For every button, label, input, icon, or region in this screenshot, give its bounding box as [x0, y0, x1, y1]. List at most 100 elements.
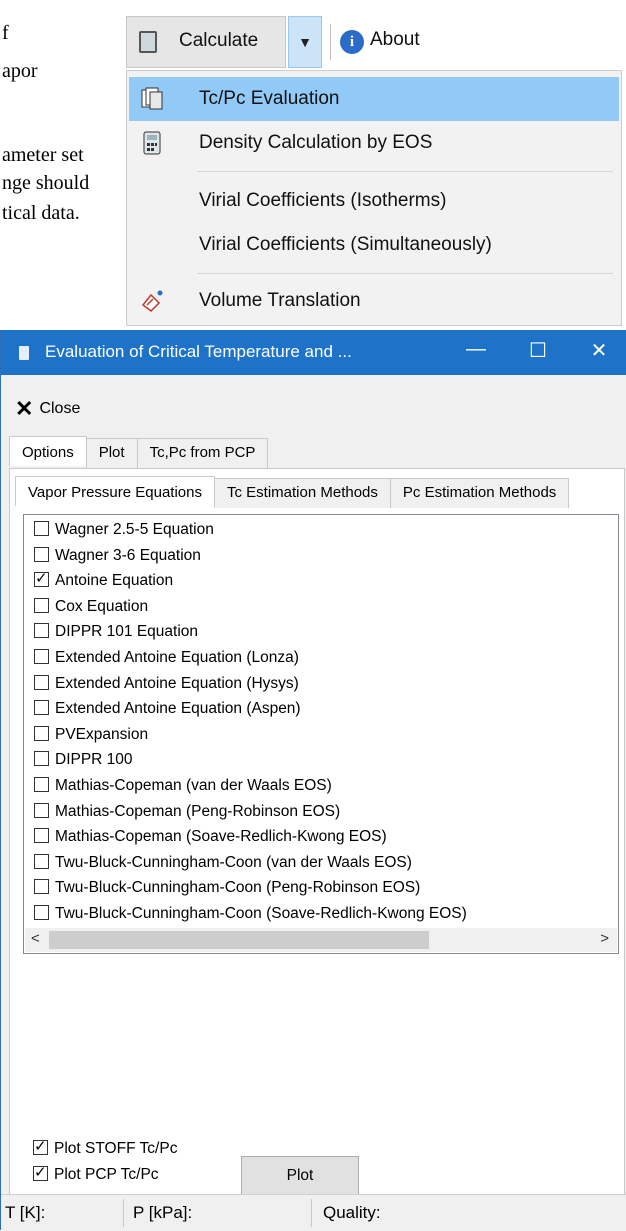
doc-text-fragment: apor — [2, 60, 38, 82]
menu-item-virial-simultaneously[interactable]: Virial Coefficients (Simultaneously) — [129, 223, 619, 267]
menu-item-label: Density Calculation by EOS — [199, 132, 433, 153]
equation-label: DIPPR 101 Equation — [55, 623, 199, 641]
tab-vapor-pressure-equations[interactable]: Vapor Pressure Equations — [15, 476, 215, 506]
equation-row[interactable]: Extended Antoine Equation (Lonza) — [34, 649, 299, 675]
menu-item-label: Virial Coefficients (Simultaneously) — [199, 234, 492, 255]
plot-stoff-checkbox[interactable]: Plot STOFF Tc/Pc — [33, 1137, 177, 1158]
tab-tc-estimation-methods[interactable]: Tc Estimation Methods — [214, 478, 391, 508]
equation-checkbox[interactable] — [34, 802, 49, 818]
equation-row[interactable]: Twu-Bluck-Cunningham-Coon (Peng-Robinson… — [34, 879, 420, 905]
menu-item-tcpc-evaluation[interactable]: Tc/Pc Evaluation — [129, 77, 619, 121]
menu-separator — [197, 171, 613, 172]
menu-item-label: Volume Translation — [199, 290, 361, 311]
scroll-thumb[interactable] — [49, 931, 429, 949]
equation-checkbox[interactable] — [34, 649, 49, 664]
equation-row[interactable]: DIPPR 100 — [34, 751, 133, 777]
equation-checklist[interactable]: Wagner 2.5-5 Equation Wagner 3-6 Equation… — [23, 514, 619, 954]
options-subtabs: Vapor Pressure Equations Tc Estimation M… — [15, 476, 570, 508]
equation-checkbox[interactable] — [34, 700, 49, 716]
equation-checkbox[interactable] — [34, 569, 49, 588]
window-titlebar[interactable]: Evaluation of Critical Temperature and .… — [1, 330, 626, 375]
equation-row[interactable]: Cox Equation — [34, 597, 148, 624]
equation-label: Antoine Equation — [55, 572, 174, 590]
equation-checkbox[interactable] — [34, 828, 49, 844]
equation-label: Mathias-Copeman (van der Waals EOS) — [55, 777, 332, 794]
tcpc-evaluation-window: Evaluation of Critical Temperature and .… — [0, 330, 626, 1231]
calculate-label: Calculate — [179, 30, 259, 51]
status-temperature: T [K]: — [5, 1203, 46, 1222]
close-button[interactable]: ✕ Close — [15, 396, 80, 422]
equation-row[interactable]: Extended Antoine Equation (Aspen) — [34, 700, 301, 726]
tab-options[interactable]: Options — [9, 436, 87, 466]
equation-row[interactable]: Wagner 2.5-5 Equation — [34, 521, 214, 547]
toolbar-separator — [330, 24, 331, 60]
menu-item-density-calculation[interactable]: Density Calculation by EOS — [129, 121, 619, 165]
volume-translation-icon — [141, 290, 163, 312]
equation-label: Extended Antoine Equation (Lonza) — [55, 649, 299, 666]
window-title: Evaluation of Critical Temperature and .… — [45, 342, 352, 361]
equation-label: Extended Antoine Equation (Aspen) — [55, 700, 301, 718]
equation-row[interactable]: Mathias-Copeman (Peng-Robinson EOS) — [34, 802, 340, 829]
equation-row[interactable]: Mathias-Copeman (Soave-Redlich-Kwong EOS… — [34, 828, 387, 854]
calculate-dropdown-menu: Tc/Pc Evaluation Density Calculation by … — [126, 70, 622, 326]
close-window-button[interactable]: ✕ — [579, 338, 619, 363]
maximize-button[interactable]: ☐ — [518, 338, 558, 363]
checkbox-box[interactable] — [33, 1137, 48, 1155]
equation-row[interactable]: Extended Antoine Equation (Hysys) — [34, 674, 299, 701]
calculate-button[interactable]: Calculate — [126, 16, 286, 68]
status-quality: Quality: — [323, 1203, 381, 1222]
equation-label: Extended Antoine Equation (Hysys) — [55, 674, 299, 692]
about-button[interactable]: About — [370, 29, 420, 51]
checkbox-box[interactable] — [33, 1163, 48, 1181]
equation-label: Twu-Bluck-Cunningham-Coon (Peng-Robinson… — [55, 879, 421, 897]
equation-label: Wagner 2.5-5 Equation — [55, 521, 214, 538]
toolbar: Calculate ▼ i About — [126, 14, 456, 70]
checkbox-label: Plot PCP Tc/Pc — [54, 1166, 159, 1183]
horizontal-scrollbar[interactable]: < > — [25, 928, 617, 952]
status-divider — [123, 1199, 124, 1227]
equation-row[interactable]: DIPPR 101 Equation — [34, 623, 198, 649]
doc-text-fragment: nge should — [2, 172, 90, 194]
calculate-dropdown-button[interactable]: ▼ — [288, 16, 322, 68]
equation-row[interactable]: Twu-Bluck-Cunningham-Coon (van der Waals… — [34, 853, 412, 880]
equation-row[interactable]: Mathias-Copeman (van der Waals EOS) — [34, 777, 332, 803]
equation-checkbox[interactable] — [34, 623, 49, 639]
equation-checkbox[interactable] — [34, 546, 49, 562]
equation-checkbox[interactable] — [34, 725, 49, 741]
tab-pc-estimation-methods[interactable]: Pc Estimation Methods — [389, 478, 570, 508]
document-stack-icon — [141, 87, 163, 110]
menu-item-label: Tc/Pc Evaluation — [199, 88, 340, 109]
main-tabs: Options Plot Tc,Pc from PCP — [9, 436, 269, 468]
doc-text-fragment: tical data. — [2, 202, 80, 224]
scroll-right-icon[interactable]: > — [600, 930, 609, 947]
close-button-label: Close — [39, 400, 81, 418]
info-icon[interactable]: i — [340, 30, 364, 54]
tab-tcpc-from-pcp[interactable]: Tc,Pc from PCP — [136, 438, 269, 468]
doc-text-fragment: ameter set — [2, 144, 84, 166]
equation-checkbox[interactable] — [34, 521, 49, 536]
minimize-button[interactable]: — — [456, 338, 496, 361]
doc-text-fragment: f — [2, 22, 9, 44]
equation-checkbox[interactable] — [34, 879, 49, 895]
equation-checkbox[interactable] — [34, 597, 49, 613]
status-divider — [311, 1199, 312, 1227]
menu-item-virial-isotherms[interactable]: Virial Coefficients (Isotherms) — [129, 179, 619, 223]
tab-plot[interactable]: Plot — [85, 438, 138, 468]
plot-pcp-checkbox[interactable]: Plot PCP Tc/Pc — [33, 1163, 159, 1184]
equation-row[interactable]: Antoine Equation — [34, 569, 174, 598]
chevron-down-icon: ▼ — [298, 34, 312, 50]
menu-item-volume-translation[interactable]: Volume Translation — [129, 279, 619, 323]
status-pressure: P [kPa]: — [133, 1203, 193, 1222]
equation-checkbox[interactable] — [34, 751, 49, 767]
scroll-left-icon[interactable]: < — [31, 930, 40, 947]
equation-checkbox[interactable] — [34, 905, 49, 920]
calculator-icon — [143, 131, 161, 155]
equation-checkbox[interactable] — [34, 853, 49, 869]
equation-label: Wagner 3-6 Equation — [55, 546, 201, 564]
equation-checkbox[interactable] — [34, 777, 49, 792]
equation-row[interactable]: PVExpansion — [34, 725, 148, 752]
equation-checkbox[interactable] — [34, 674, 49, 690]
plot-button[interactable]: Plot — [241, 1156, 359, 1196]
equation-row[interactable]: Wagner 3-6 Equation — [34, 546, 201, 573]
equation-label: Twu-Bluck-Cunningham-Coon (Soave-Redlich… — [55, 905, 467, 922]
